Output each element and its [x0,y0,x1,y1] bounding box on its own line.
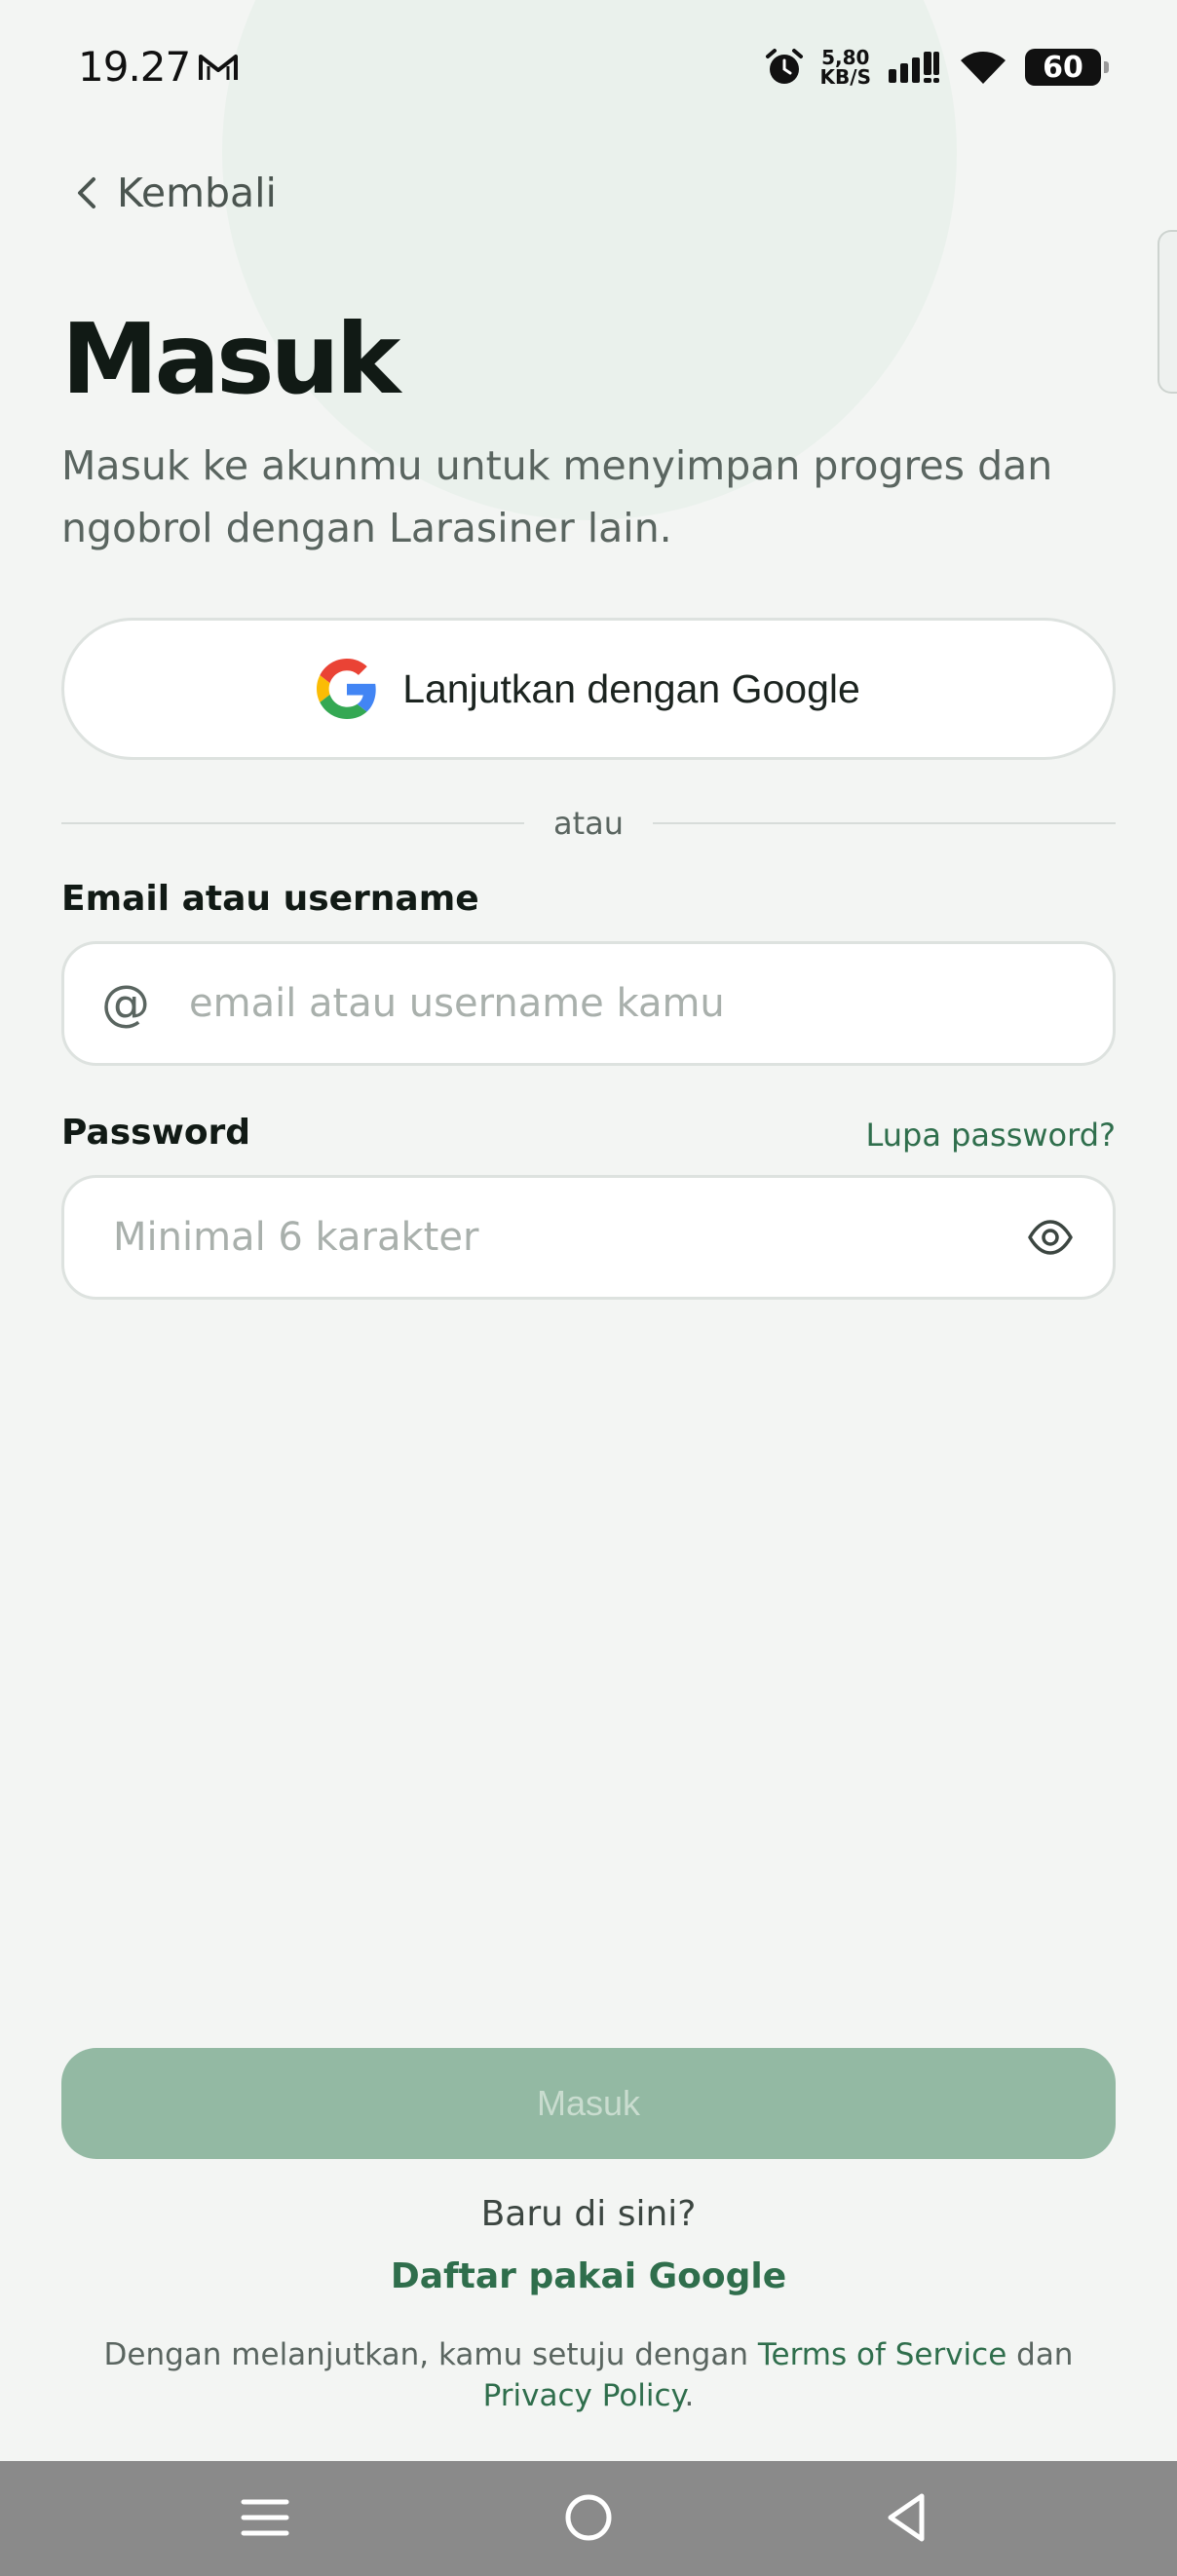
google-icon [317,659,376,719]
network-speed: 5,80 KB/S [820,48,871,87]
email-label: Email atau username [61,879,479,919]
eye-icon[interactable] [1027,1214,1074,1261]
status-time: 19.27 [78,43,191,91]
mail-icon [199,55,238,80]
back-label: Kembali [117,170,277,216]
or-divider: atau [61,801,1116,844]
forgot-password-link[interactable]: Lupa password? [865,1117,1116,1154]
terms-middle: dan [1006,2337,1074,2372]
password-label: Password [61,1113,251,1153]
chevron-left-icon [78,177,95,208]
battery-icon: 60 [1025,49,1109,86]
email-input[interactable] [189,981,1113,1026]
terms-of-service-link[interactable]: Terms of Service [758,2337,1006,2372]
terms-text: Dengan melanjutkan, kamu setuju dengan T… [58,2334,1119,2416]
password-field-box[interactable] [61,1175,1116,1300]
back-triangle-icon[interactable] [881,2490,935,2545]
google-signin-button[interactable]: Lanjutkan dengan Google [61,618,1116,760]
register-google-link[interactable]: Daftar pakai Google [0,2256,1177,2296]
divider-line-right [653,822,1116,824]
privacy-policy-link[interactable]: Privacy Policy [483,2378,685,2413]
new-here-text: Baru di sini? [480,2194,697,2234]
battery-level: 60 [1043,50,1083,85]
wifi-icon [961,52,1006,84]
terms-suffix: . [684,2378,695,2413]
network-speed-value: 5,80 [821,46,870,69]
edge-panel-handle[interactable] [1158,230,1177,394]
google-button-label: Lanjutkan dengan Google [402,665,860,711]
network-speed-unit: KB/S [819,65,871,89]
alarm-icon [765,49,803,84]
page-title: Masuk [61,302,400,416]
submit-button[interactable]: Masuk [61,2048,1116,2159]
password-input[interactable] [113,1215,1027,1260]
page-subtitle: Masuk ke akunmu untuk menyimpan progres … [61,442,1053,551]
system-nav-bar [0,2461,1177,2576]
status-icons: 5,80 KB/S 60 [764,43,1109,92]
home-icon[interactable] [561,2490,616,2545]
terms-prefix: Dengan melanjutkan, kamu setuju dengan [103,2337,758,2372]
status-bar: 19.27 5,80 KB/S 60 [0,0,1177,136]
back-link[interactable]: Kembali [72,170,277,216]
email-field-box[interactable]: @ [61,941,1116,1066]
menu-icon[interactable] [238,2490,292,2545]
at-icon: @ [101,975,150,1032]
signal-icon [889,52,939,83]
